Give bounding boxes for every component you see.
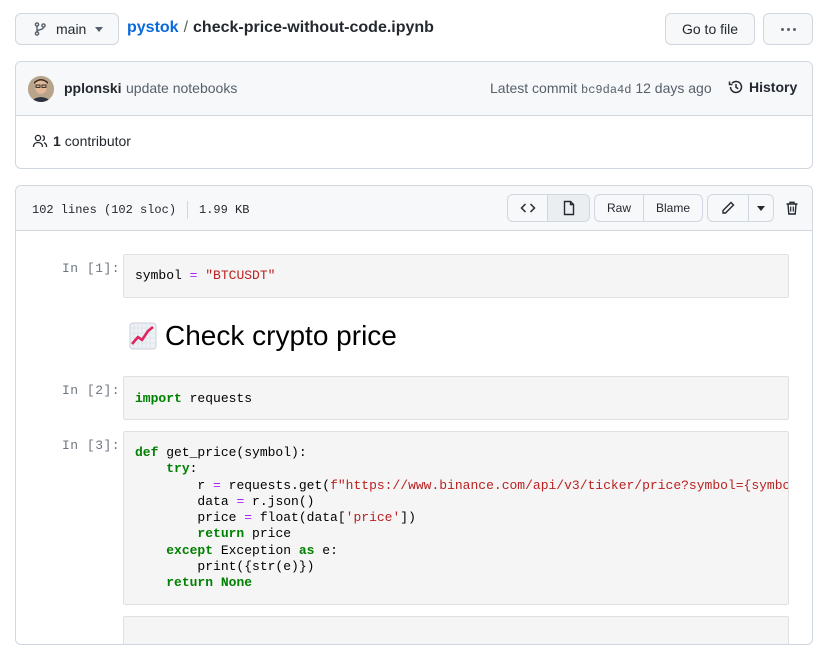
cell-prompt: In [2]: [62,383,121,398]
raw-button[interactable]: Raw [595,195,644,221]
trash-icon [786,201,798,215]
file-icon [563,200,574,216]
cell-prompt: In [1]: [62,261,121,276]
code-cell[interactable]: import requests [123,376,789,420]
avatar[interactable] [28,76,54,102]
code-token: e: [314,542,338,558]
code-icon [519,203,536,213]
delete-button[interactable] [784,200,800,221]
commit-header: pplonski update notebooks Latest commit … [16,62,812,116]
file-lines: 102 lines (102 sloc) [32,203,177,217]
history-link[interactable]: History [728,79,797,95]
file-box: 102 lines (102 sloc) 1.99 KB Raw Blame I… [15,185,813,645]
code-token: requests.get( [220,477,331,493]
file-info: 102 lines (102 sloc) 1.99 KB [32,201,249,219]
commit-message[interactable]: update notebooks [126,80,237,96]
code-token: data [197,493,237,509]
code-token: import [135,391,182,406]
blame-button[interactable]: Blame [644,195,702,221]
cell-prompt: In [3]: [62,438,121,453]
commit-box: pplonski update notebooks Latest commit … [15,61,813,169]
chevron-down-icon [757,205,765,211]
file-size: 1.99 KB [199,203,250,217]
chart-increasing-icon [129,322,157,350]
code-token: Exception [213,542,299,558]
repo-link[interactable]: pystok [127,19,179,36]
file-name: check-price-without-code.ipynb [193,19,434,36]
edit-dropdown-button[interactable] [749,195,773,221]
pencil-icon [722,201,735,214]
more-options-button[interactable] [763,13,813,45]
code-token: return [197,526,245,542]
code-token: 'price' [345,510,401,526]
kebab-icon [780,27,784,31]
code-token: = [244,510,253,526]
code-token: def [135,445,159,460]
code-cell[interactable]: def get_price(symbol): try: r = requests… [123,431,789,605]
code-token: price [244,526,292,542]
raw-blame-group: Raw Blame [594,194,703,222]
people-icon [32,134,48,148]
display-view-button[interactable] [548,195,589,221]
code-token: float(data[ [252,510,346,526]
code-token: r [197,477,214,493]
branch-selector[interactable]: main [15,13,119,45]
code-cell[interactable] [123,616,789,644]
edit-button[interactable] [708,195,749,221]
commit-sha[interactable]: bc9da4d [581,83,631,97]
code-token: symbol [135,268,190,283]
breadcrumb: pystok / check-price-without-code.ipynb [127,18,434,38]
latest-commit-label: Latest commit [490,80,578,96]
code-token: r.json() [244,493,315,509]
markdown-heading: Check crypto price [129,320,397,352]
commit-author[interactable]: pplonski [64,80,122,96]
breadcrumb-separator: / [183,19,189,36]
avatar-image [28,76,54,102]
view-toggle [507,194,590,222]
edit-group [707,194,774,222]
code-token: except [166,542,214,558]
code-token: as [298,542,315,558]
code-view-button[interactable] [508,195,548,221]
code-token: try [166,461,190,477]
contributors[interactable]: 1 contributor [32,133,131,149]
code-token: "BTCUSDT" [205,268,276,283]
file-header: 102 lines (102 sloc) 1.99 KB Raw Blame [16,186,812,231]
history-label: History [749,79,798,95]
code-token: price [197,510,245,526]
git-branch-icon [34,22,46,36]
branch-name: main [56,21,87,37]
code-token: print({str(e)}) [197,559,315,575]
code-token: get_price(symbol): [158,445,307,460]
code-token: requests [181,391,253,406]
history-icon [728,80,743,94]
contributor-count: 1 [53,133,61,149]
divider [187,201,189,219]
chevron-down-icon [95,26,104,32]
code-token: return [166,575,214,591]
code-token: ]) [400,510,416,526]
go-to-file-button[interactable]: Go to file [665,13,755,45]
code-token: = [213,477,221,493]
code-token: None [220,575,253,591]
code-token: f"https://www.binance.com/api/v3/ticker/… [330,477,789,493]
latest-commit: Latest commit bc9da4d 12 days ago [490,80,712,97]
contributor-label: contributor [64,133,131,149]
markdown-heading-text: Check crypto price [165,320,397,351]
commit-time: 12 days ago [635,80,712,96]
code-cell[interactable]: symbol = "BTCUSDT" [123,254,789,298]
